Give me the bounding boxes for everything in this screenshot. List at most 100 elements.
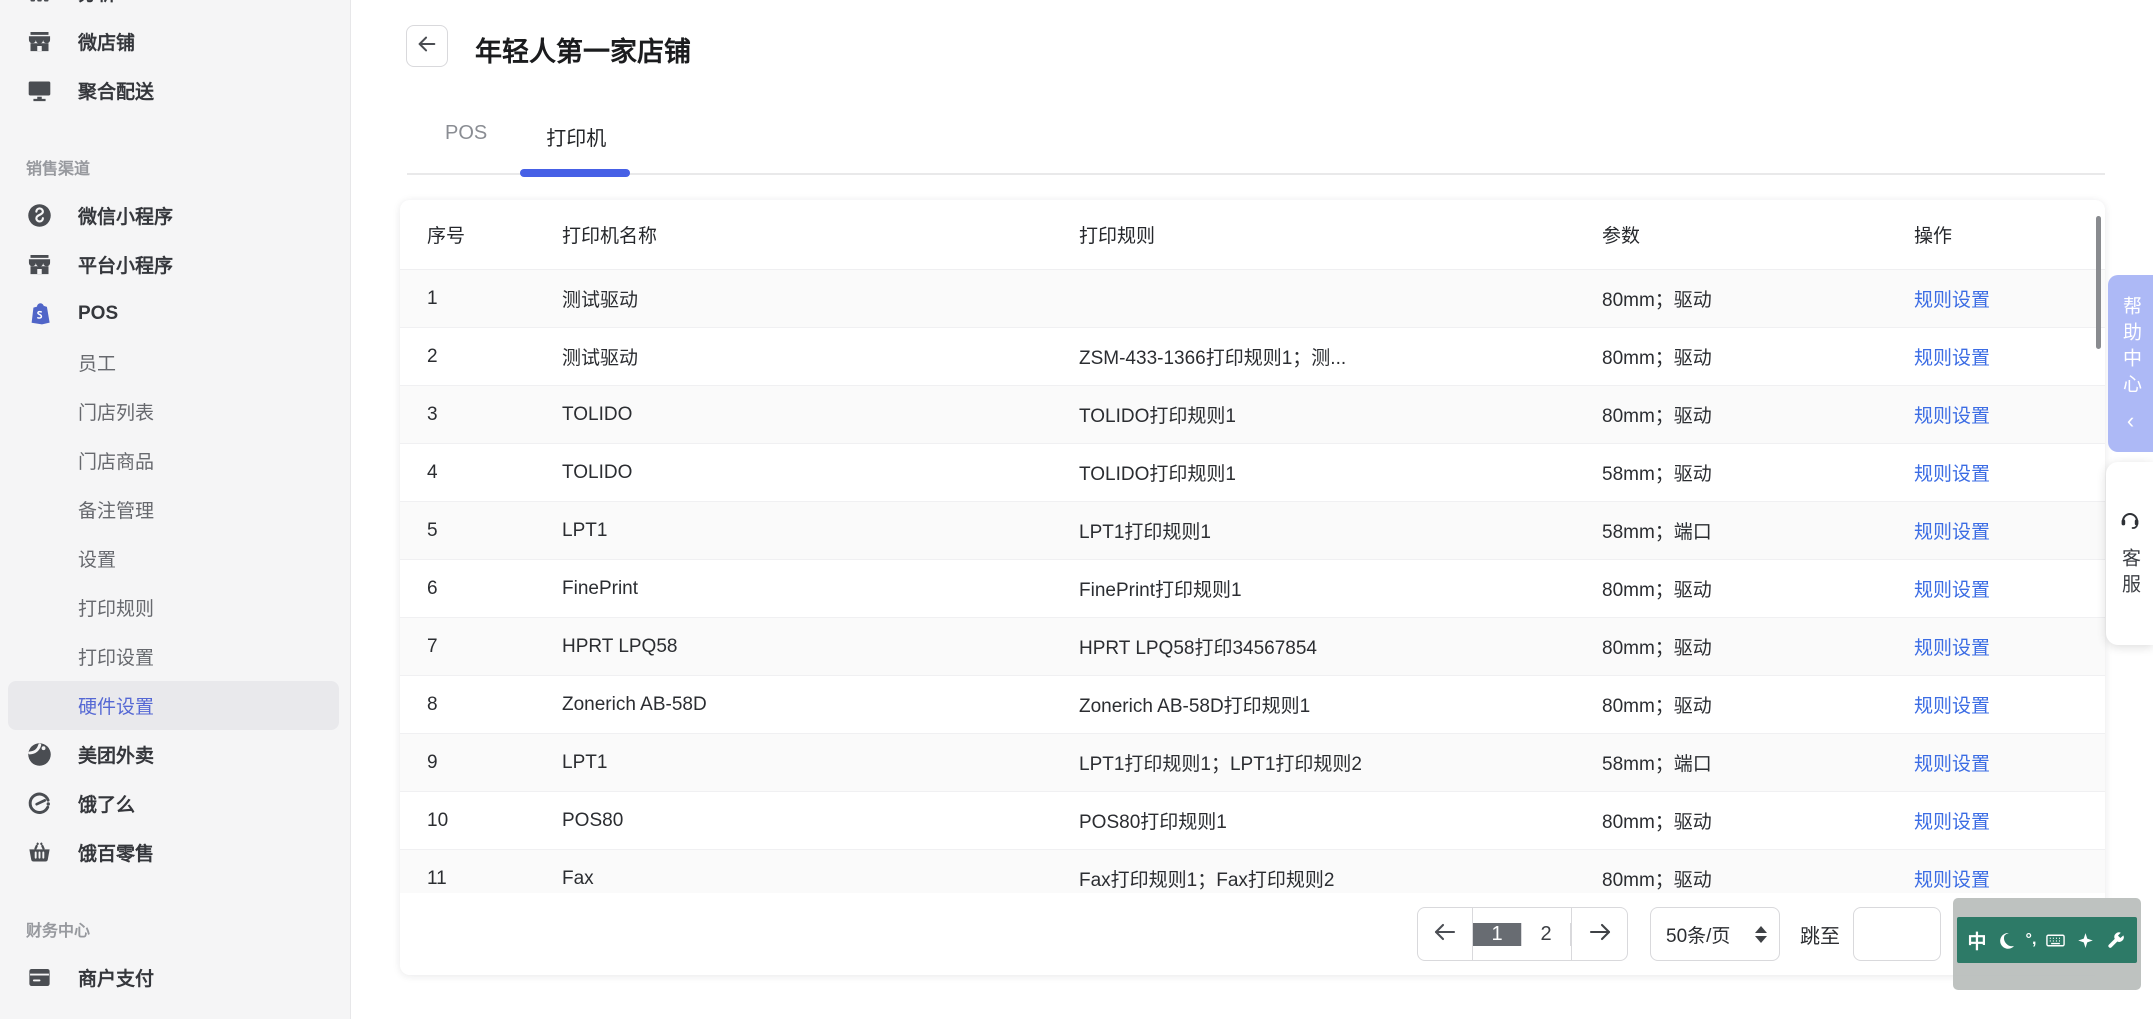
col-header-action: 操作 [1914, 226, 1953, 247]
rule-settings-link[interactable]: 规则设置 [1914, 348, 1990, 369]
sidebar-subitem-门店列表[interactable]: 门店列表 [0, 387, 350, 436]
cell-index: 11 [427, 867, 447, 889]
jump-to-label: 跳至 [1800, 925, 1840, 948]
page-button-2[interactable]: 2 [1522, 922, 1571, 946]
sidebar-item-微店铺[interactable]: 微店铺 [0, 17, 350, 66]
tab-bar: POS 打印机 [445, 122, 606, 175]
pagination-bar: 12 50条/页 跳至 [400, 893, 2105, 975]
col-header-params: 参数 [1602, 226, 1641, 247]
pos-bag-icon [26, 300, 53, 327]
rule-settings-link[interactable]: 规则设置 [1914, 522, 1990, 543]
next-page-button[interactable] [1572, 908, 1627, 960]
sidebar-item-微信小程序[interactable]: 微信小程序 [0, 191, 350, 240]
sidebar-item-商户支付[interactable]: 商户支付 [0, 953, 350, 1002]
ime-switch-star-icon[interactable] [2075, 930, 2096, 951]
sidebar-subitem-门店商品[interactable]: 门店商品 [0, 436, 350, 485]
rule-settings-link[interactable]: 规则设置 [1914, 406, 1990, 427]
customer-service-tab[interactable]: 客服 [2106, 462, 2153, 645]
cell-print-rule: POS80打印规则1 [1079, 812, 1227, 833]
sidebar-item-label: 美团外卖 [78, 746, 155, 767]
cell-print-rule: FinePrint打印规则1 [1079, 580, 1242, 601]
sidebar-item-分析[interactable]: 分析 [0, 0, 350, 17]
cell-params: 80mm；驱动 [1602, 870, 1712, 891]
customer-service-label: 客服 [2119, 548, 2140, 600]
cell-print-rule: TOLIDO打印规则1 [1079, 464, 1236, 485]
page-size-select[interactable]: 50条/页 [1650, 907, 1780, 961]
cell-params: 80mm；驱动 [1602, 638, 1712, 659]
rule-settings-link[interactable]: 规则设置 [1914, 870, 1990, 891]
col-header-index: 序号 [427, 226, 466, 247]
table-row: 6 FinePrint FinePrint打印规则1 80mm；驱动 规则设置 [400, 560, 2105, 618]
page-button-1[interactable]: 1 [1473, 922, 1522, 946]
cell-index: 3 [427, 403, 438, 425]
rule-settings-link[interactable]: 规则设置 [1914, 812, 1990, 833]
cell-printer-name: 测试驱动 [562, 348, 639, 369]
wechat-miniprogram-icon [26, 202, 53, 229]
help-center-tab[interactable]: 帮助中心 ‹ [2108, 275, 2153, 452]
cell-printer-name: LPT1 [562, 751, 608, 773]
table-row: 2 测试驱动 ZSM-433-1366打印规则1；测... 80mm；驱动 规则设置 [400, 328, 2105, 386]
screen: 分析微店铺聚合配送销售渠道微信小程序平台小程序 POS 员工门店列表门店商品备注管理… [0, 0, 2153, 1019]
sidebar-item-平台小程序[interactable]: 平台小程序 [0, 240, 350, 289]
cell-printer-name: TOLIDO [562, 403, 633, 425]
jump-to-page-input[interactable] [1853, 907, 1941, 961]
cell-index: 10 [427, 809, 449, 831]
cell-printer-name: POS80 [562, 809, 624, 831]
arrow-left-icon [1433, 920, 1457, 949]
sidebar-section-label: 财务中心 [26, 923, 91, 940]
cell-print-rule: LPT1打印规则1；LPT1打印规则2 [1079, 754, 1362, 775]
tab-pos[interactable]: POS [445, 122, 487, 175]
collapse-chevron-icon: ‹ [2126, 407, 2135, 433]
cell-params: 58mm；端口 [1602, 522, 1712, 543]
sidebar-subitem-打印设置[interactable]: 打印设置 [0, 632, 350, 681]
prev-page-button[interactable] [1418, 908, 1473, 960]
cell-printer-name: Fax [562, 867, 594, 889]
col-header-rule: 打印规则 [1079, 226, 1156, 247]
cell-index: 1 [427, 287, 438, 309]
spinner-arrows-icon [1755, 925, 1767, 943]
sidebar-section-label: 销售渠道 [26, 161, 91, 178]
cell-index: 5 [427, 519, 438, 541]
tab-printer[interactable]: 打印机 [546, 122, 606, 175]
col-header-name: 打印机名称 [562, 226, 658, 247]
sidebar-subitem-打印规则[interactable]: 打印规则 [0, 583, 350, 632]
sidebar-item-label: 饿百零售 [78, 844, 155, 865]
table-row: 9 LPT1 LPT1打印规则1；LPT1打印规则2 58mm；端口 规则设置 [400, 734, 2105, 792]
cell-index: 6 [427, 577, 438, 599]
sidebar-item-饿百零售[interactable]: 饿百零售 [0, 828, 350, 877]
cell-params: 58mm；端口 [1602, 754, 1712, 775]
sidebar: 分析微店铺聚合配送销售渠道微信小程序平台小程序 POS 员工门店列表门店商品备注管理… [0, 0, 351, 1019]
table-row: 11 Fax Fax打印规则1；Fax打印规则2 80mm；驱动 规则设置 [400, 850, 2105, 893]
page-switcher: 12 [1417, 907, 1628, 961]
sidebar-item-美团外卖[interactable]: 美团外卖 [0, 730, 350, 779]
sidebar-subitem-备注管理[interactable]: 备注管理 [0, 485, 350, 534]
sidebar-subitem-员工[interactable]: 员工 [0, 338, 350, 387]
sidebar-item-饿了么[interactable]: 饿了么 [0, 779, 350, 828]
table-row: 5 LPT1 LPT1打印规则1 58mm；端口 规则设置 [400, 502, 2105, 560]
back-arrow-icon [416, 33, 438, 60]
sidebar-subitem-硬件设置[interactable]: 硬件设置 [8, 681, 339, 730]
ime-settings-wrench-icon[interactable] [2105, 930, 2126, 951]
ime-soft-keyboard-icon[interactable] [2045, 930, 2066, 951]
sidebar-item-POS[interactable]: POS [0, 289, 350, 338]
back-button[interactable] [406, 25, 448, 67]
storefront-icon [26, 28, 53, 55]
rule-settings-link[interactable]: 规则设置 [1914, 290, 1990, 311]
printer-table-card: 序号 打印机名称 打印规则 参数 操作 1 测试驱动 80mm；驱动 规则设置 2 测试驱… [400, 200, 2105, 975]
rule-settings-link[interactable]: 规则设置 [1914, 638, 1990, 659]
rule-settings-link[interactable]: 规则设置 [1914, 754, 1990, 775]
rule-settings-link[interactable]: 规则设置 [1914, 580, 1990, 601]
ime-language-mode-button[interactable]: 中 [1968, 927, 1987, 954]
table-scrollbar[interactable] [2096, 216, 2101, 349]
sidebar-item-聚合配送[interactable]: 聚合配送 [0, 66, 350, 115]
ime-fullwidth-moon-icon[interactable] [1996, 930, 2017, 951]
analytics-icon [26, 0, 53, 6]
meituan-icon [26, 741, 53, 768]
cell-print-rule: ZSM-433-1366打印规则1；测... [1079, 348, 1347, 369]
table-header-row: 序号 打印机名称 打印规则 参数 操作 [400, 200, 2105, 270]
rule-settings-link[interactable]: 规则设置 [1914, 464, 1990, 485]
rule-settings-link[interactable]: 规则设置 [1914, 696, 1990, 717]
sidebar-subitem-设置[interactable]: 设置 [0, 534, 350, 583]
cell-printer-name: FinePrint [562, 577, 639, 599]
ime-punctuation-mode-button[interactable]: °, [2026, 931, 2037, 949]
